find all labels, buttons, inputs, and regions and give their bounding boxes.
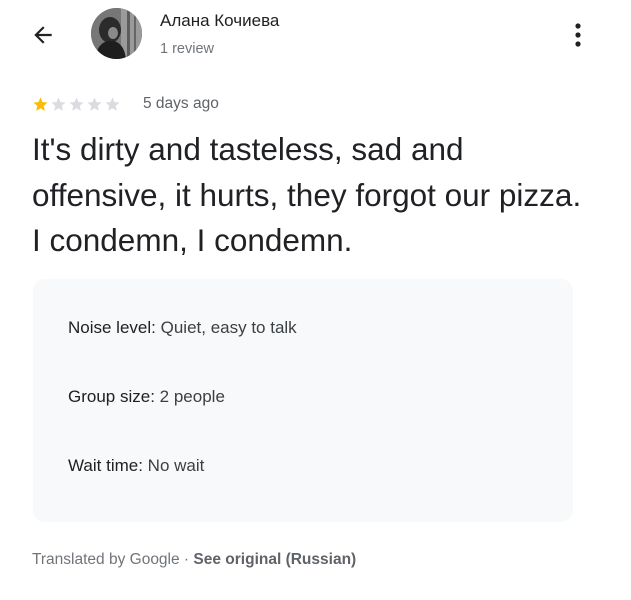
back-button[interactable] <box>26 18 60 52</box>
author-name[interactable]: Алана Кочиева <box>160 11 279 31</box>
arrow-left-icon <box>34 26 52 44</box>
star-empty-icon <box>51 97 66 111</box>
review-count: 1 review <box>160 41 214 57</box>
avatar[interactable] <box>91 8 142 59</box>
review-attributes-card: Noise level: Quiet, easy to talk Group s… <box>33 279 573 522</box>
more-vert-icon <box>575 23 581 47</box>
see-original-link[interactable]: See original (Russian) <box>193 551 356 568</box>
attribute-label: Group size: <box>68 387 155 406</box>
star-empty-icon <box>69 97 84 111</box>
attribute-value: 2 people <box>159 387 225 406</box>
star-filled-icon <box>33 97 48 111</box>
translation-note: Translated by Google · See original (Rus… <box>32 551 356 569</box>
attribute-noise-level: Noise level: Quiet, easy to talk <box>68 318 297 338</box>
avatar-photo <box>91 8 142 59</box>
attribute-value: No wait <box>147 456 205 475</box>
star-empty-icon <box>87 97 102 111</box>
attribute-group-size: Group size: 2 people <box>68 387 225 407</box>
star-empty-icon <box>105 97 120 111</box>
more-options-button[interactable] <box>564 18 592 52</box>
attribute-label: Wait time: <box>68 456 143 475</box>
translated-by-label: Translated by Google · <box>32 551 194 568</box>
attribute-label: Noise level: <box>68 318 156 337</box>
review-date: 5 days ago <box>143 95 219 112</box>
attribute-value: Quiet, easy to talk <box>160 318 297 337</box>
attribute-wait-time: Wait time: No wait <box>68 456 204 476</box>
star-rating <box>32 96 121 113</box>
review-text: It's dirty and tasteless, sad and offens… <box>32 131 582 258</box>
